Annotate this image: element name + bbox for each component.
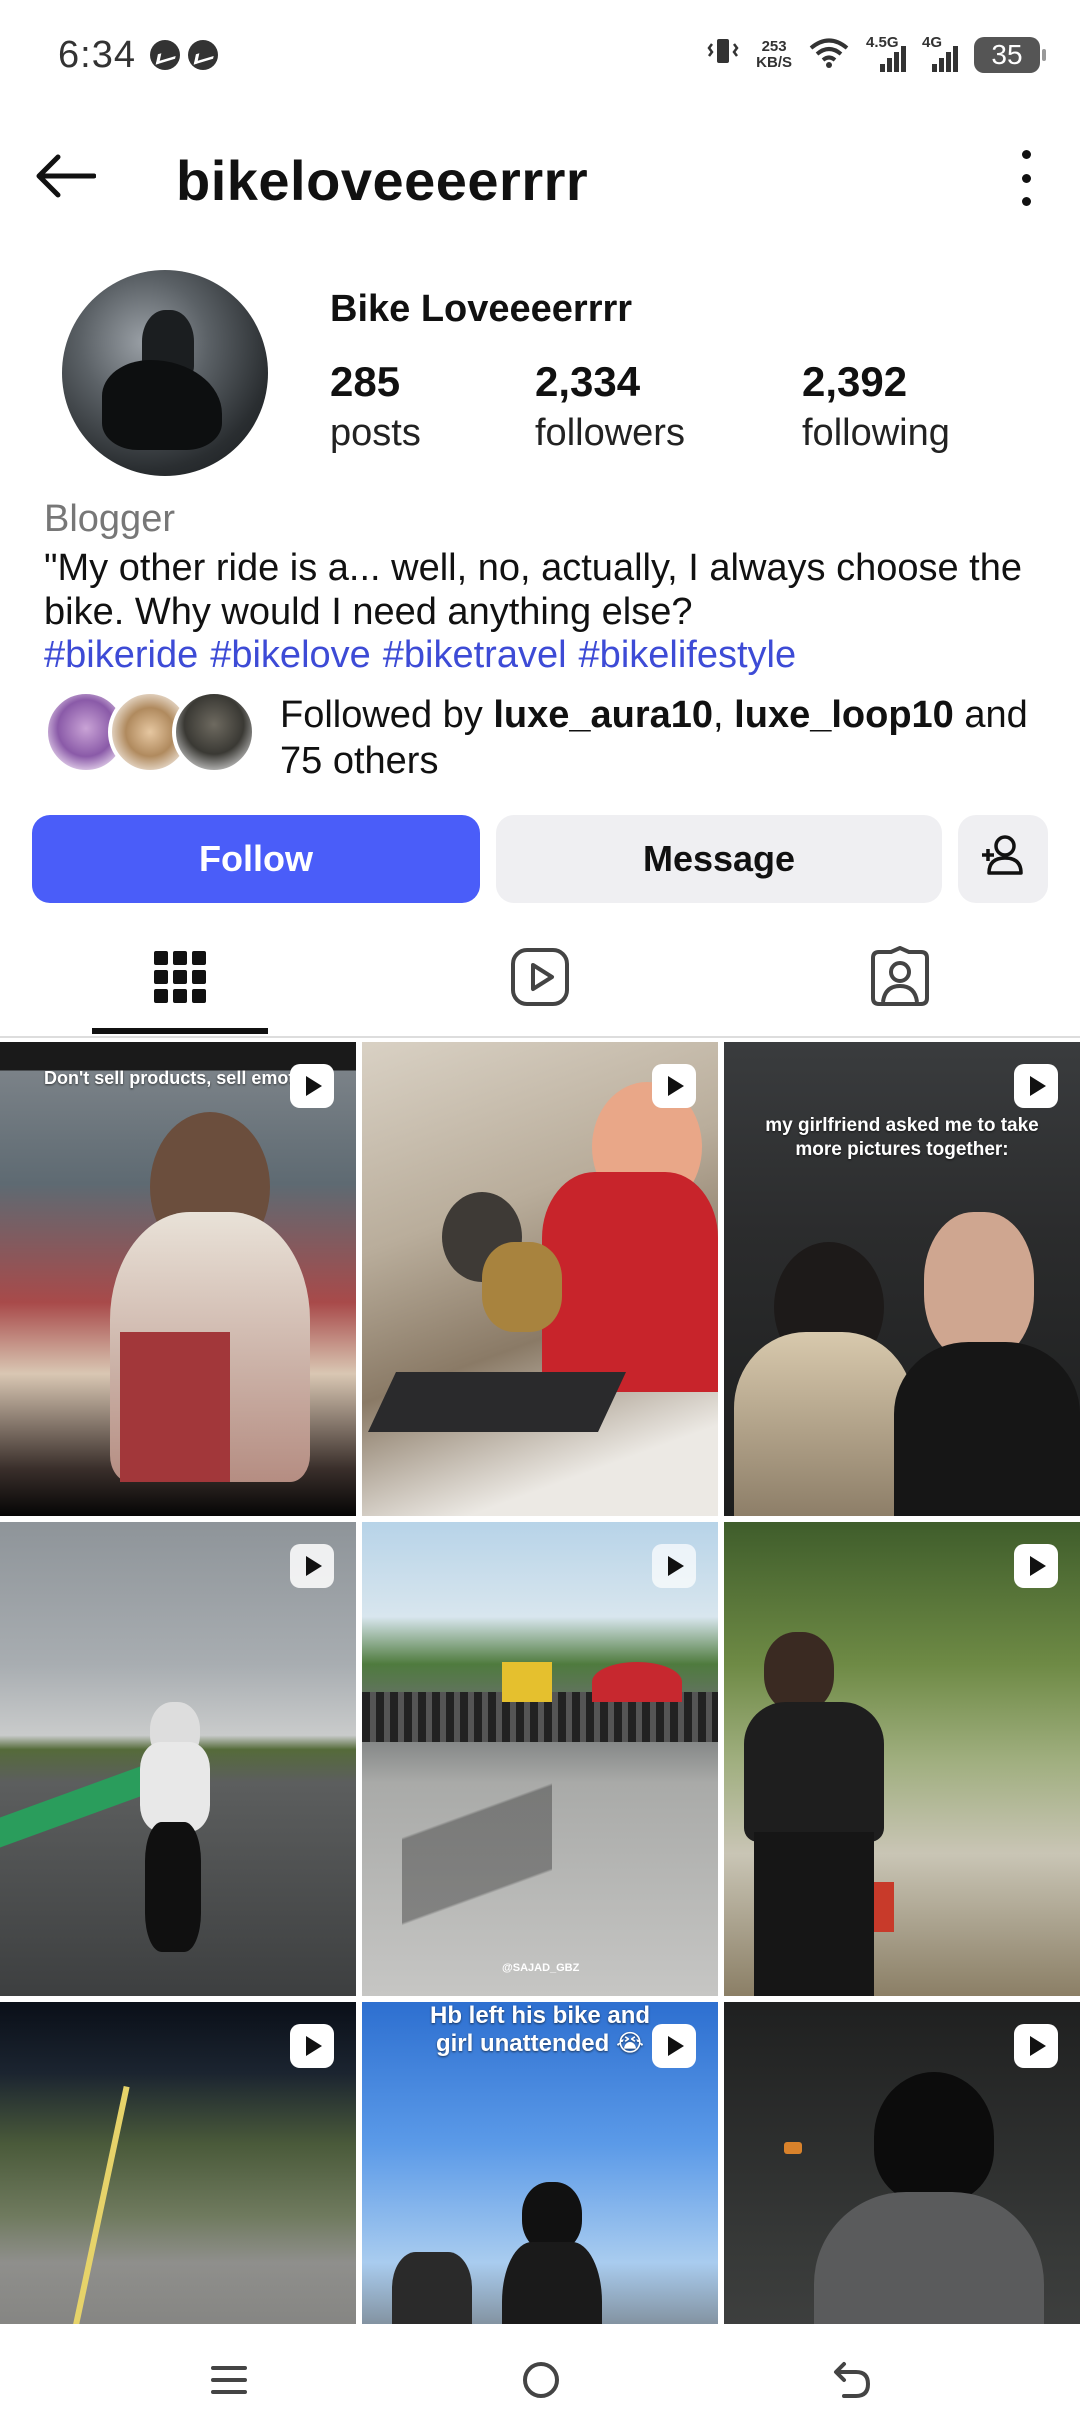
profile-category: Blogger bbox=[44, 498, 175, 540]
post-tile[interactable]: Hb left his bike and girl unattended 😭 bbox=[362, 2002, 718, 2324]
active-tab-indicator bbox=[92, 1028, 268, 1034]
stat-posts[interactable]: 285 posts bbox=[330, 358, 421, 455]
more-options-icon[interactable] bbox=[1016, 150, 1036, 206]
stat-value: 285 bbox=[330, 358, 401, 405]
notification-icons bbox=[149, 40, 218, 70]
tab-reels[interactable] bbox=[450, 920, 630, 1038]
followed-by-text[interactable]: Followed by luxe_aura10, luxe_loop10 and… bbox=[280, 692, 1040, 784]
post-tile[interactable] bbox=[362, 1042, 718, 1516]
reel-indicator-icon bbox=[290, 2024, 334, 2068]
network-speed: 253 KB/S bbox=[756, 38, 792, 71]
tabs-divider bbox=[0, 1036, 1080, 1038]
post-watermark: @SAJAD_GBZ bbox=[502, 1962, 580, 1974]
messenger-icon bbox=[187, 40, 218, 70]
post-tile[interactable]: my girlfriend asked me to take more pict… bbox=[724, 1042, 1080, 1516]
reel-indicator-icon bbox=[1014, 2024, 1058, 2068]
display-name: Bike Loveeeerrrr bbox=[330, 288, 633, 330]
page-title: bikeloveeeerrrr bbox=[176, 149, 589, 212]
status-time: 6:34 bbox=[58, 33, 136, 76]
hashtag-link[interactable]: #bikelove bbox=[210, 634, 371, 676]
follow-button[interactable]: Follow bbox=[32, 815, 480, 903]
tab-tagged[interactable] bbox=[810, 920, 990, 1038]
tab-grid[interactable] bbox=[90, 920, 270, 1038]
mutual-followers-avatars[interactable] bbox=[44, 690, 260, 776]
messenger-icon bbox=[149, 40, 180, 70]
avatar[interactable] bbox=[62, 270, 268, 476]
post-tile[interactable] bbox=[0, 1522, 356, 1996]
posts-grid: Don't sell products, sell emotio my girl… bbox=[0, 1042, 1080, 2324]
stat-label: followers bbox=[535, 412, 685, 454]
stat-label: posts bbox=[330, 412, 421, 454]
mutual-username[interactable]: luxe_loop10 bbox=[734, 694, 954, 736]
wifi-icon bbox=[808, 37, 850, 74]
signal-icon: 4.5G bbox=[866, 34, 906, 72]
vibrate-icon bbox=[706, 36, 740, 74]
add-person-icon bbox=[979, 833, 1027, 886]
home-icon[interactable] bbox=[506, 2348, 576, 2412]
reel-indicator-icon bbox=[1014, 1064, 1058, 1108]
reel-indicator-icon bbox=[652, 1064, 696, 1108]
profile-bio: "My other ride is a... well, no, actuall… bbox=[44, 547, 1022, 633]
mutual-username[interactable]: luxe_aura10 bbox=[493, 694, 713, 736]
profile-tabs bbox=[0, 920, 1080, 1038]
hashtag-link[interactable]: #bikeride bbox=[44, 634, 198, 676]
reel-indicator-icon bbox=[290, 1064, 334, 1108]
back-arrow-icon[interactable] bbox=[34, 152, 97, 200]
post-caption: my girlfriend asked me to take more pict… bbox=[765, 1115, 1039, 1160]
signal-icon: 4G bbox=[922, 34, 958, 72]
status-indicators: 253 KB/S 4.5G 4G 35 bbox=[706, 34, 1046, 74]
tagged-icon bbox=[869, 945, 931, 1013]
recents-icon[interactable] bbox=[194, 2348, 264, 2412]
stat-followers[interactable]: 2,334 followers bbox=[535, 358, 685, 455]
profile-header: bikeloveeeerrrr bbox=[0, 130, 1080, 220]
post-tile[interactable] bbox=[724, 2002, 1080, 2324]
back-icon[interactable] bbox=[818, 2348, 888, 2412]
reel-indicator-icon bbox=[652, 1544, 696, 1588]
stat-value: 2,334 bbox=[535, 358, 641, 405]
post-tile[interactable]: @SAJAD_GBZ bbox=[362, 1522, 718, 1996]
reels-icon bbox=[510, 947, 570, 1012]
battery-icon: 35 bbox=[974, 37, 1046, 73]
system-navigation-bar bbox=[0, 2324, 1080, 2436]
mutual-avatar bbox=[172, 690, 256, 774]
post-tile[interactable] bbox=[0, 2002, 356, 2324]
post-tile[interactable]: Don't sell products, sell emotio bbox=[0, 1042, 356, 1516]
message-button[interactable]: Message bbox=[496, 815, 942, 903]
post-tile[interactable] bbox=[724, 1522, 1080, 1996]
stat-following[interactable]: 2,392 following bbox=[802, 358, 950, 455]
hashtag-link[interactable]: #biketravel bbox=[383, 634, 567, 676]
grid-icon bbox=[154, 950, 206, 1008]
status-bar: 6:34 253 KB/S 4.5G 4G 35 bbox=[0, 0, 1080, 110]
stat-label: following bbox=[802, 412, 950, 454]
suggested-users-button[interactable] bbox=[958, 815, 1048, 903]
reel-indicator-icon bbox=[1014, 1544, 1058, 1588]
reel-indicator-icon bbox=[290, 1544, 334, 1588]
hashtag-link[interactable]: #bikelifestyle bbox=[579, 634, 797, 676]
stat-value: 2,392 bbox=[802, 358, 908, 405]
reel-indicator-icon bbox=[652, 2024, 696, 2068]
bio-hashtags: #bikeride #bikelove #biketravel #bikelifest… bbox=[44, 634, 808, 677]
